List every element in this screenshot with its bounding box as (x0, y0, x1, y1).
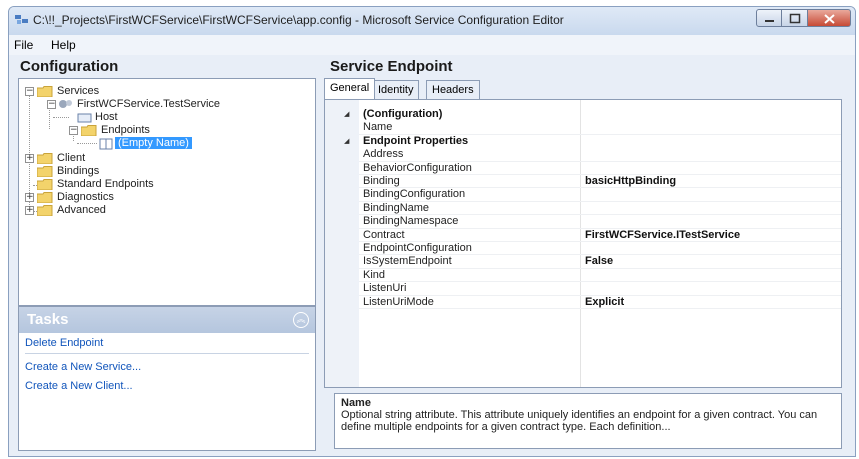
folder-icon (80, 125, 97, 137)
tasks-header[interactable]: Tasks ︽ (19, 307, 315, 333)
chevron-up-icon[interactable]: ︽ (293, 312, 309, 328)
property-row-address[interactable]: Address (325, 148, 841, 162)
folder-icon (36, 192, 53, 204)
property-row-issystemendpoint[interactable]: IsSystemEndpoint False (325, 255, 841, 269)
minus-icon[interactable]: − (47, 100, 56, 109)
minus-icon[interactable]: − (69, 126, 78, 135)
triangle-down-icon[interactable]: ◢ (344, 110, 349, 118)
property-row-kind[interactable]: Kind (325, 269, 841, 283)
menu-bar: File Help (9, 35, 855, 55)
property-row-listenurimode[interactable]: ListenUriMode Explicit (325, 296, 841, 309)
create-client-link[interactable]: Create a New Client... (25, 380, 133, 392)
category-configuration[interactable]: ◢ (Configuration) (325, 108, 841, 121)
title-bar[interactable]: C:\!!_Projects\FirstWCFService\FirstWCFS… (9, 7, 855, 35)
tab-general[interactable]: General (324, 78, 376, 99)
property-row-bindingname[interactable]: BindingName (325, 202, 841, 216)
close-button[interactable] (808, 9, 851, 27)
tasks-panel: Tasks ︽ Delete Endpoint Create a New Ser… (18, 306, 316, 451)
maximize-button[interactable] (782, 9, 808, 27)
app-icon (15, 14, 29, 26)
triangle-down-icon[interactable]: ◢ (344, 137, 349, 145)
property-row-listenuri[interactable]: ListenUri (325, 282, 841, 296)
property-row-bindingconfiguration[interactable]: BindingConfiguration (325, 188, 841, 202)
selected-node-label: (Empty Name) (115, 137, 192, 149)
folder-icon (36, 166, 53, 178)
property-row-binding[interactable]: Binding basicHttpBinding (325, 175, 841, 189)
menu-help[interactable]: Help (51, 38, 76, 52)
property-row-endpointconfiguration[interactable]: EndpointConfiguration (325, 242, 841, 256)
plus-icon[interactable]: + (25, 154, 34, 163)
description-text: Optional string attribute. This attribut… (341, 409, 818, 433)
description-title: Name (341, 397, 371, 409)
property-row-contract[interactable]: Contract FirstWCFService.ITestService (325, 229, 841, 242)
host-icon (77, 113, 93, 124)
configuration-tree[interactable]: − Services − FirstWCFService.TestService… (18, 78, 316, 306)
tasks-title: Tasks (27, 311, 69, 328)
service-endpoint-header: Service Endpoint (330, 58, 453, 75)
delete-endpoint-link[interactable]: Delete Endpoint (25, 337, 103, 349)
minimize-button[interactable] (756, 9, 782, 27)
minus-icon[interactable]: − (25, 87, 34, 96)
tab-identity[interactable]: Identity (372, 80, 420, 99)
configuration-header: Configuration (20, 58, 119, 75)
endpoint-icon (99, 138, 115, 150)
property-row-bindingnamespace[interactable]: BindingNamespace (325, 215, 841, 229)
folder-icon (36, 205, 53, 217)
service-icon (58, 98, 74, 109)
folder-icon (36, 179, 53, 191)
property-description: Name Optional string attribute. This att… (334, 393, 842, 449)
property-grid[interactable]: ◢ (Configuration) Name ◢ Endpoint Proper… (324, 99, 842, 388)
category-endpoint-properties[interactable]: ◢ Endpoint Properties (325, 135, 841, 148)
property-row-behaviorconfiguration[interactable]: BehaviorConfiguration (325, 162, 841, 175)
plus-icon[interactable]: + (25, 206, 34, 215)
folder-icon (36, 86, 53, 98)
plus-icon[interactable]: + (25, 193, 34, 202)
folder-icon (36, 153, 53, 165)
create-service-link[interactable]: Create a New Service... (25, 361, 141, 373)
tab-headers[interactable]: Headers (426, 80, 480, 99)
window-title: C:\!!_Projects\FirstWCFService\FirstWCFS… (33, 13, 564, 27)
menu-file[interactable]: File (14, 38, 33, 52)
property-row-name[interactable]: Name (325, 121, 841, 135)
